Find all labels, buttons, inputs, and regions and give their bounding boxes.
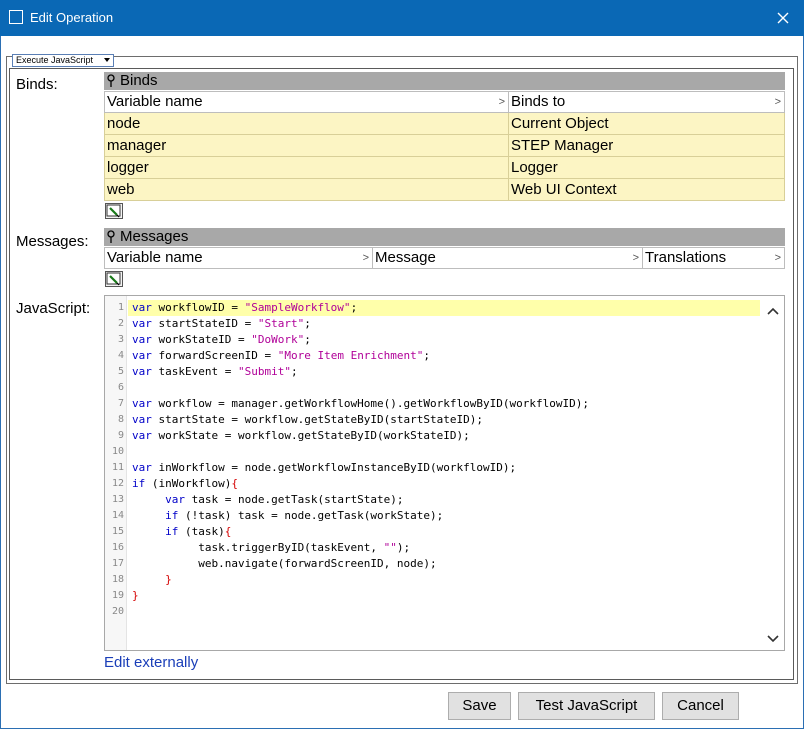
- bind-target-cell[interactable]: STEP Manager: [508, 135, 785, 156]
- code-text-area[interactable]: var workflowID = "SampleWorkflow"; var s…: [128, 296, 764, 650]
- line-number: 20: [111, 606, 124, 617]
- test-javascript-button[interactable]: Test JavaScript: [518, 692, 655, 720]
- bind-variable-cell[interactable]: logger: [104, 157, 509, 178]
- line-number: 9: [117, 430, 124, 441]
- binds-section-header[interactable]: Binds: [104, 72, 785, 90]
- line-number: 1: [117, 302, 124, 313]
- code-line: var workState = workflow.getStateByID(wo…: [132, 429, 470, 442]
- messages-section-title: Messages: [120, 228, 189, 245]
- binds-table-header: Variable name > Binds to >: [104, 91, 785, 113]
- dropdown-arrow-icon: [104, 58, 110, 62]
- line-number: 8: [117, 414, 124, 425]
- column-header-variable-name[interactable]: Variable name >: [105, 92, 509, 112]
- line-number: 19: [111, 590, 124, 601]
- line-number: 6: [117, 382, 124, 393]
- window-title: Edit Operation: [30, 10, 114, 25]
- table-row[interactable]: logger Logger: [104, 157, 785, 179]
- column-header-message[interactable]: Message >: [373, 248, 643, 268]
- chevron-right-icon: >: [632, 252, 639, 264]
- chevron-right-icon: >: [774, 96, 781, 108]
- close-icon[interactable]: [770, 6, 796, 30]
- column-header-variable-name[interactable]: Variable name >: [105, 248, 373, 268]
- bind-target-cell[interactable]: Logger: [508, 157, 785, 178]
- messages-table-header: Variable name > Message > Translations >: [104, 247, 785, 269]
- messages-label: Messages:: [16, 233, 89, 250]
- column-header-binds-to[interactable]: Binds to >: [509, 92, 784, 112]
- code-line: var forwardScreenID = "More Item Enrichm…: [132, 349, 431, 362]
- line-number: 18: [111, 574, 124, 585]
- code-line: var inWorkflow = node.getWorkflowInstanc…: [132, 461, 517, 474]
- code-line: var taskEvent = "Submit";: [132, 365, 298, 378]
- line-number-gutter: 1 2 3 4 5 6 7 8 9 10 11 12 13 14 15 16 1…: [105, 296, 127, 650]
- line-number: 14: [111, 510, 124, 521]
- window-icon: [9, 10, 23, 24]
- line-number: 4: [117, 350, 124, 361]
- line-number: 13: [111, 494, 124, 505]
- chevron-down-icon[interactable]: [762, 630, 784, 648]
- edit-externally-link[interactable]: Edit externally: [104, 654, 198, 672]
- code-line: var workStateID = "DoWork";: [132, 333, 311, 346]
- pin-icon[interactable]: [106, 230, 116, 244]
- code-line: }: [132, 589, 139, 602]
- messages-section-header[interactable]: Messages: [104, 228, 785, 246]
- line-number: 7: [117, 398, 124, 409]
- chevron-right-icon: >: [498, 96, 505, 108]
- table-row[interactable]: web Web UI Context: [104, 179, 785, 201]
- code-line: var workflow = manager.getWorkflowHome()…: [132, 397, 589, 410]
- code-line: var startStateID = "Start";: [132, 317, 311, 330]
- line-number: 10: [111, 446, 124, 457]
- operation-type-dropdown[interactable]: Execute JavaScript: [12, 54, 114, 67]
- table-row[interactable]: manager STEP Manager: [104, 135, 785, 157]
- bind-variable-cell[interactable]: node: [104, 113, 509, 134]
- javascript-label: JavaScript:: [16, 300, 91, 317]
- binds-label: Binds:: [16, 76, 58, 93]
- code-line: if (inWorkflow){: [132, 477, 238, 490]
- bind-variable-cell[interactable]: manager: [104, 135, 509, 156]
- javascript-editor[interactable]: 1 2 3 4 5 6 7 8 9 10 11 12 13 14 15 16 1…: [104, 295, 785, 651]
- edit-binds-button[interactable]: [105, 203, 123, 219]
- bind-target-cell[interactable]: Web UI Context: [508, 179, 785, 200]
- chevron-right-icon: >: [774, 252, 781, 264]
- table-row[interactable]: node Current Object: [104, 113, 785, 135]
- pin-icon[interactable]: [106, 74, 116, 88]
- line-number: 16: [111, 542, 124, 553]
- code-line: var workflowID = "SampleWorkflow";: [132, 301, 358, 314]
- edit-messages-button[interactable]: [105, 271, 123, 287]
- column-header-translations[interactable]: Translations >: [643, 248, 784, 268]
- line-number: 11: [111, 462, 124, 473]
- chevron-up-icon[interactable]: [762, 302, 784, 320]
- line-number: 17: [111, 558, 124, 569]
- code-line: web.navigate(forwardScreenID, node);: [132, 557, 437, 570]
- line-number: 3: [117, 334, 124, 345]
- line-number: 12: [111, 478, 124, 489]
- bind-variable-cell[interactable]: web: [104, 179, 509, 200]
- code-line: if (!task) task = node.getTask(workState…: [165, 509, 444, 522]
- edit-table-icon: [106, 204, 121, 218]
- chevron-right-icon: >: [362, 252, 369, 264]
- code-line: }: [165, 573, 172, 586]
- line-number: 2: [117, 318, 124, 329]
- code-line: task.triggerByID(taskEvent, "");: [132, 541, 411, 554]
- line-number: 5: [117, 366, 124, 377]
- editor-scrollbar[interactable]: [762, 296, 784, 650]
- cancel-button[interactable]: Cancel: [662, 692, 739, 720]
- operation-type-value: Execute JavaScript: [16, 55, 94, 65]
- bind-target-cell[interactable]: Current Object: [508, 113, 785, 134]
- code-line: var task = node.getTask(startState);: [165, 493, 404, 506]
- title-bar: Edit Operation: [0, 0, 804, 36]
- code-line: var startState = workflow.getStateByID(s…: [132, 413, 484, 426]
- save-button[interactable]: Save: [448, 692, 511, 720]
- line-number: 15: [111, 526, 124, 537]
- edit-table-icon: [106, 272, 121, 286]
- code-line: if (task){: [165, 525, 232, 538]
- binds-section-title: Binds: [120, 72, 158, 89]
